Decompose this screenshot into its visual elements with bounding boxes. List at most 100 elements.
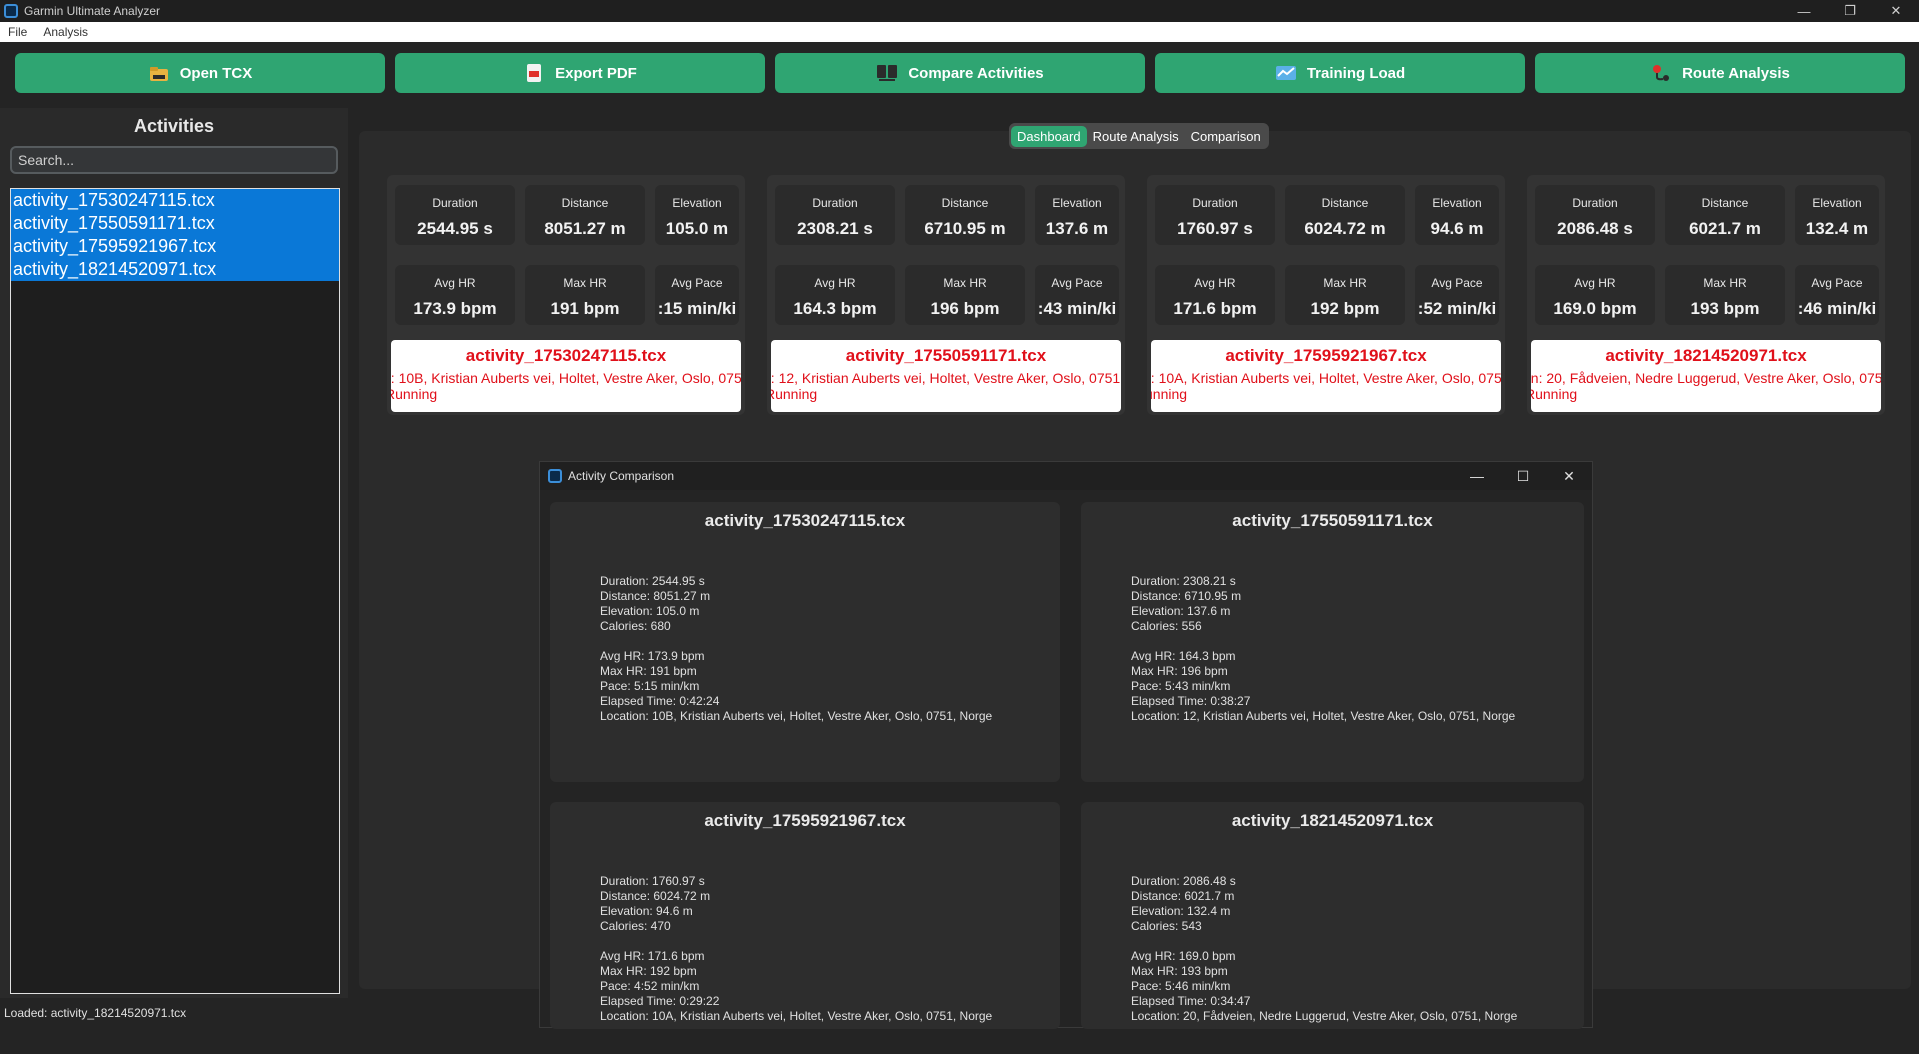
panel-details: Duration: 2544.95 s Distance: 8051.27 m El… [600, 574, 993, 723]
activity-location: on: 20, Fådveien, Nedre Luggerud, Vestre… [1531, 370, 1881, 386]
route-icon [1653, 65, 1670, 81]
panel-title: activity_17595921967.tcx [704, 811, 906, 830]
panel-details: Duration: 1760.97 s Distance: 6024.72 m El… [600, 874, 993, 1023]
stat-duration: Duration 2086.48 s [1535, 185, 1655, 245]
list-item[interactable]: activity_17530247115.tcx [11, 189, 339, 212]
list-item[interactable]: activity_18214520971.tcx [11, 258, 339, 281]
training-load-icon [1275, 66, 1296, 80]
stat-distance: Distance 6710.95 m [905, 185, 1025, 245]
stat-max-hr: Max HR 192 bpm [1285, 265, 1405, 325]
stat-duration: Duration 2308.21 s [775, 185, 895, 245]
panel-details: Duration: 2086.48 s Distance: 6021.7 m Ele… [1131, 874, 1518, 1023]
activity-info: activity_18214520971.tcx on: 20, Fådveie… [1531, 340, 1881, 412]
activity-card: Duration 2544.95 s Distance 8051.27 m Elev… [387, 175, 745, 415]
view-tabs: Dashboard Route Analysis Comparison [1009, 123, 1269, 149]
training-load-button[interactable]: Training Load [1155, 53, 1525, 93]
list-item[interactable]: activity_17595921967.tcx [11, 235, 339, 258]
activity-type: Running [771, 386, 818, 402]
minimize-icon[interactable]: — [1454, 462, 1500, 490]
panel-title: activity_17550591171.tcx [1232, 511, 1433, 530]
open-tcx-label: Open TCX [179, 64, 253, 82]
activity-type: unning [1151, 386, 1188, 402]
stat-distance: Distance 8051.27 m [525, 185, 645, 245]
activity-location: n: 12, Kristian Auberts vei, Holtet, Ves… [771, 370, 1121, 386]
tab-dashboard[interactable]: Dashboard [1011, 125, 1087, 147]
stat-avg-pace: Avg Pace:15 min/ki [655, 265, 739, 325]
maximize-icon[interactable]: ☐ [1500, 462, 1546, 490]
tab-route-analysis[interactable]: Route Analysis [1087, 126, 1185, 147]
activity-filename: activity_17595921967.tcx [1225, 346, 1427, 365]
export-pdf-label: Export PDF [555, 64, 637, 82]
activity-info: activity_17595921967.tcx n: 10A, Kristia… [1151, 340, 1501, 412]
comparison-dialog: Activity Comparison — ☐ ✕ activity_17530… [539, 461, 1593, 1029]
comparison-panel: activity_17530247115.tcx Duration: 2544.… [550, 502, 1060, 782]
stat-max-hr: Max HR 196 bpm [905, 265, 1025, 325]
activity-info: activity_17530247115.tcx n: 10B, Kristia… [391, 340, 741, 412]
stat-distance: Distance 6021.7 m [1665, 185, 1785, 245]
comparison-panel: activity_17595921967.tcx Duration: 1760.… [550, 802, 1060, 1029]
activity-list[interactable]: activity_17530247115.tcx activity_175505… [10, 188, 340, 994]
stat-avg-hr: Avg HR 173.9 bpm [395, 265, 515, 325]
menu-file[interactable]: File [0, 25, 35, 39]
activity-info: activity_17550591171.tcx n: 12, Kristian… [771, 340, 1121, 412]
menu-bar: File Analysis [0, 22, 1919, 42]
open-tcx-button[interactable]: Open TCX [15, 53, 385, 93]
comparison-panel: activity_17550591171.tcx Duration: 2308.… [1081, 502, 1584, 782]
compare-activities-label: Compare Activities [908, 64, 1044, 82]
stat-elevation: Elevation 94.6 m [1415, 185, 1499, 245]
window-title: Garmin Ultimate Analyzer [24, 4, 161, 18]
activity-location: n: 10A, Kristian Auberts vei, Holtet, Ve… [1151, 370, 1501, 386]
sidebar-title: Activities [133, 116, 215, 136]
dialog-title: Activity Comparison [568, 469, 675, 483]
stat-avg-pace: Avg Pace:46 min/ki [1795, 265, 1879, 325]
stat-duration: Duration 2544.95 s [395, 185, 515, 245]
activity-filename: activity_18214520971.tcx [1605, 346, 1807, 365]
stat-max-hr: Max HR 191 bpm [525, 265, 645, 325]
panel-title: activity_17530247115.tcx [704, 511, 906, 530]
stat-avg-pace: Avg Pace:43 min/ki [1035, 265, 1119, 325]
activity-card: Duration 2086.48 s Distance 6021.7 m Eleva… [1527, 175, 1885, 415]
training-load-label: Training Load [1306, 64, 1406, 82]
stat-avg-hr: Avg HR 169.0 bpm [1535, 265, 1655, 325]
tab-comparison[interactable]: Comparison [1185, 126, 1267, 147]
stat-avg-hr: Avg HR 171.6 bpm [1155, 265, 1275, 325]
export-pdf-button[interactable]: Export PDF [395, 53, 765, 93]
activity-filename: activity_17550591171.tcx [845, 346, 1047, 365]
activity-card: Duration 1760.97 s Distance 6024.72 m Elev… [1147, 175, 1505, 415]
comparison-panel: activity_18214520971.tcx Duration: 2086.… [1081, 802, 1584, 1029]
stat-distance: Distance 6024.72 m [1285, 185, 1405, 245]
minimize-icon[interactable]: — [1781, 0, 1827, 22]
panel-details: Duration: 2308.21 s Distance: 6710.95 m El… [1131, 574, 1516, 723]
panel-title: activity_18214520971.tcx [1231, 811, 1434, 830]
route-analysis-button[interactable]: Route Analysis [1535, 53, 1905, 93]
activity-type: Running [1531, 386, 1578, 402]
list-item[interactable]: activity_17550591171.tcx [11, 212, 339, 235]
menu-analysis[interactable]: Analysis [35, 25, 96, 39]
search-input[interactable] [10, 146, 338, 174]
stat-max-hr: Max HR 193 bpm [1665, 265, 1785, 325]
status-bar: Loaded: activity_18214520971.tcx [4, 1006, 187, 1020]
stat-avg-pace: Avg Pace:52 min/ki [1415, 265, 1499, 325]
sidebar: Activities activity_17530247115.tcx acti… [0, 108, 348, 998]
close-icon[interactable]: ✕ [1546, 462, 1592, 490]
app-icon [4, 4, 18, 18]
activity-type: Running [391, 386, 438, 402]
stat-avg-hr: Avg HR 164.3 bpm [775, 265, 895, 325]
activity-card: Duration 2308.21 s Distance 6710.95 m Elev… [767, 175, 1125, 415]
activity-location: n: 10B, Kristian Auberts vei, Holtet, Ve… [391, 370, 741, 386]
stat-elevation: Elevation 132.4 m [1795, 185, 1879, 245]
dialog-title-bar: Activity Comparison — ☐ ✕ [540, 462, 1592, 490]
stat-elevation: Elevation 137.6 m [1035, 185, 1119, 245]
stat-elevation: Elevation 105.0 m [655, 185, 739, 245]
pdf-icon [527, 64, 542, 82]
open-folder-icon [149, 67, 168, 81]
app-icon [548, 469, 562, 483]
compare-icon [877, 65, 898, 81]
stat-duration: Duration 1760.97 s [1155, 185, 1275, 245]
toolbar: Open TCX Export PDF Compare Activities T… [0, 42, 1919, 102]
close-icon[interactable]: ✕ [1873, 0, 1919, 22]
compare-activities-button[interactable]: Compare Activities [775, 53, 1145, 93]
route-analysis-label: Route Analysis [1682, 64, 1790, 82]
restore-icon[interactable]: ❐ [1827, 0, 1873, 22]
title-bar: Garmin Ultimate Analyzer — ❐ ✕ [0, 0, 1919, 22]
